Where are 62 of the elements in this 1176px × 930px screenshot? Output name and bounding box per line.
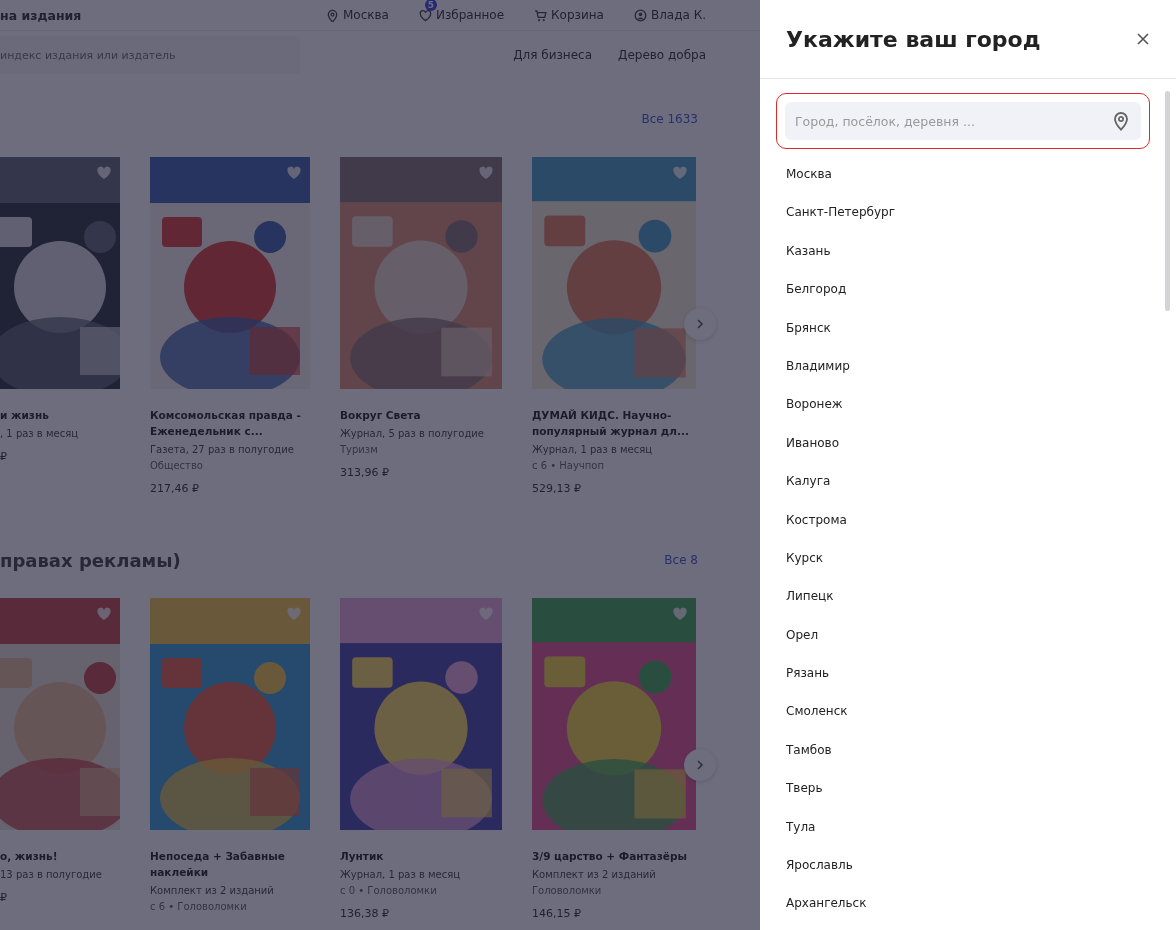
card-price: ₽ xyxy=(0,450,8,463)
city-item[interactable]: Смоленск xyxy=(786,692,1140,731)
card-info: 13 раз в полугодие xyxy=(0,868,103,882)
city-item[interactable]: Брянск xyxy=(786,308,1140,347)
city-item[interactable]: Москва xyxy=(786,155,1140,194)
next-button[interactable] xyxy=(684,308,716,340)
card-info: Газета, 27 раз в полугодие xyxy=(150,443,295,457)
city-item[interactable]: Курск xyxy=(786,538,1140,578)
city-item[interactable]: Тамбов xyxy=(786,730,1140,770)
city-item[interactable]: Тула xyxy=(786,807,1140,847)
chevron-right-icon xyxy=(694,318,706,330)
heart-icon xyxy=(418,8,432,22)
card-info: Комплект из 2 изданий xyxy=(532,868,657,882)
card-info: Журнал, 1 раз в месяц xyxy=(532,443,654,457)
city-item[interactable]: Ярославль xyxy=(786,846,1140,885)
card-category: Туризм xyxy=(340,443,379,457)
card-price: 529,13 ₽ xyxy=(532,482,582,495)
panel-title: Укажите ваш город xyxy=(786,26,1041,52)
card-price: 146,15 ₽ xyxy=(532,907,582,920)
scrollbar[interactable] xyxy=(1165,91,1170,311)
card-category: Общество xyxy=(150,459,204,473)
city-item[interactable]: Липецк xyxy=(786,577,1140,616)
count-badge: 5 xyxy=(424,0,437,11)
close-button[interactable] xyxy=(1136,32,1150,46)
close-icon xyxy=(1136,32,1150,46)
city-item[interactable]: Иваново xyxy=(786,423,1140,463)
pin-icon xyxy=(325,8,339,22)
heart-icon[interactable] xyxy=(286,606,302,622)
city-item[interactable]: Воронеж xyxy=(786,385,1140,424)
heart-icon[interactable] xyxy=(96,165,112,181)
pin-icon xyxy=(1111,111,1131,131)
card-category: Головоломки xyxy=(532,884,603,898)
section-title: правах рекламы) xyxy=(0,549,181,571)
card-price: 136,38 ₽ xyxy=(340,907,390,920)
city-item[interactable]: Кострома xyxy=(786,500,1140,539)
cart-icon xyxy=(534,8,548,22)
chevron-right-icon xyxy=(694,759,706,771)
city-item[interactable]: Казань xyxy=(786,231,1140,271)
heart-icon[interactable] xyxy=(672,165,688,181)
search-field[interactable]: Город, посёлок, деревня ... xyxy=(785,102,1141,140)
city-item[interactable]: Санкт-Петербург xyxy=(786,193,1140,232)
card-info: Комплект из 2 изданий xyxy=(150,884,275,898)
heart-icon[interactable] xyxy=(478,606,494,622)
city-item[interactable]: Белгород xyxy=(786,270,1140,309)
user-icon xyxy=(633,8,647,22)
city-item[interactable]: Рязань xyxy=(786,654,1140,693)
card-price: 217,46 ₽ xyxy=(150,482,200,495)
city-item[interactable]: Калуга xyxy=(786,462,1140,501)
city-item[interactable]: Тверь xyxy=(786,769,1140,808)
heart-icon[interactable] xyxy=(286,165,302,181)
city-item[interactable]: Орел xyxy=(786,615,1140,655)
card-price: ₽ xyxy=(0,891,8,904)
heart-icon[interactable] xyxy=(672,606,688,622)
card-info: Журнал, 1 раз в месяц xyxy=(340,868,462,882)
card-price: 313,96 ₽ xyxy=(340,466,390,479)
city-item[interactable]: Владимир xyxy=(786,346,1140,386)
card-info: Журнал, 5 раз в полугодие xyxy=(340,427,485,441)
card-info: , 1 раз в месяц xyxy=(0,427,79,441)
heart-icon[interactable] xyxy=(478,165,494,181)
next-button[interactable] xyxy=(684,749,716,781)
heart-icon[interactable] xyxy=(96,606,112,622)
city-item[interactable]: Архангельск xyxy=(786,884,1140,923)
